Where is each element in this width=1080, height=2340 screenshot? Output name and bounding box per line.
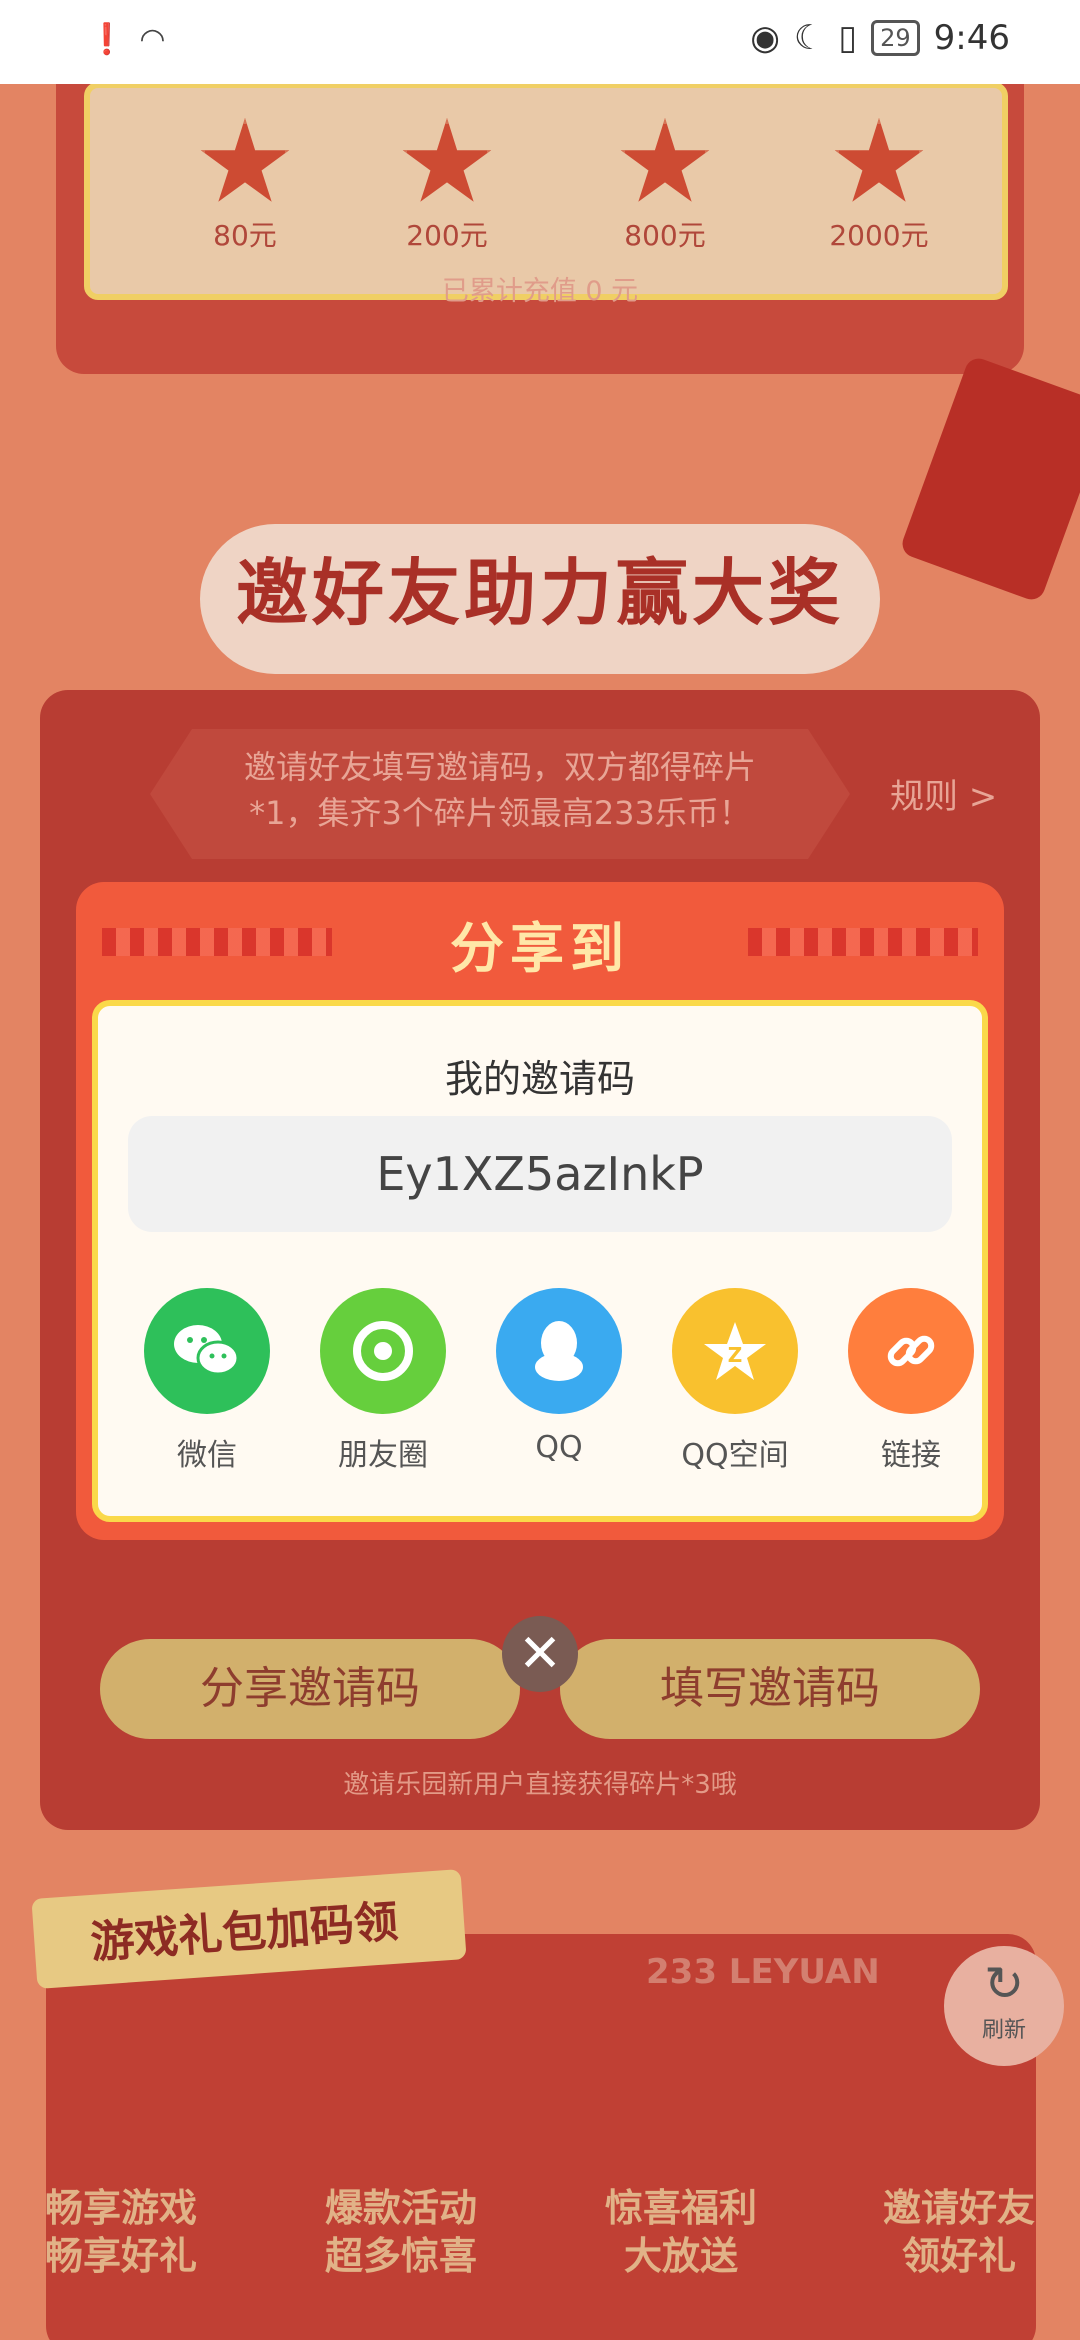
tier-label: 200元 <box>406 219 488 252</box>
promo-line: 大放送 <box>623 2234 738 2278</box>
invite-tip: 邀请乐园新用户直接获得碎片*3哦 <box>343 1770 737 1800</box>
rules-link[interactable]: 规则 > <box>890 769 997 818</box>
invite-hint-line: 邀请好友填写邀请码，双方都得碎片 <box>243 748 756 786</box>
link-icon <box>848 1288 974 1414</box>
tier-label: 800元 <box>624 219 706 252</box>
share-targets: 微信 朋友圈 QQ Z QQ空间 链接 <box>98 1288 982 1488</box>
wifi-icon: ◠ <box>139 22 166 57</box>
qq-icon <box>496 1288 622 1414</box>
fill-code-button[interactable]: 填写邀请码 <box>560 1639 980 1739</box>
close-icon[interactable]: ✕ <box>502 1616 578 1692</box>
eye-icon: ◉ <box>750 18 780 58</box>
promo-line: 领好礼 <box>901 2234 1016 2278</box>
promo-line: 邀请好友 <box>882 2186 1035 2230</box>
status-icons-right: ◉ ☾ ▯ 29 9:46 <box>750 18 1010 58</box>
refresh-icon: ↻ <box>983 1956 1025 2012</box>
promo-item[interactable]: 惊喜福利 大放送 <box>566 2184 796 2280</box>
promo-item[interactable]: 邀请好友 领好礼 <box>844 2184 1074 2280</box>
share-label: QQ空间 <box>681 1438 789 1473</box>
recharge-panel: 80元 200元 800元 2000元 已累计充值 0 元 <box>56 84 1024 374</box>
share-label: 朋友圈 <box>338 1438 428 1473</box>
share-label: 链接 <box>881 1438 941 1473</box>
promo-line: 畅享好礼 <box>44 2234 197 2278</box>
invite-code-label: 我的邀请码 <box>444 1057 635 1101</box>
tier-label: 80元 <box>213 219 277 252</box>
tier-4[interactable]: 2000元 <box>814 118 944 254</box>
wechat-icon <box>144 1288 270 1414</box>
promo-line: 畅享游戏 <box>44 2186 197 2230</box>
dialog-title: 分享到 <box>450 917 630 980</box>
qzone-icon: Z <box>672 1288 798 1414</box>
tier-2[interactable]: 200元 <box>382 118 512 254</box>
refresh-button[interactable]: ↻ 刷新 <box>944 1946 1064 2066</box>
alert-icon: ❗ <box>88 22 126 57</box>
status-icons-left: ❗ ◠ <box>88 22 166 57</box>
tier-label: 2000元 <box>829 219 929 252</box>
promo-line: 超多惊喜 <box>324 2234 477 2278</box>
star-icon <box>834 118 924 202</box>
invite-hint: 邀请好友填写邀请码，双方都得碎片 *1，集齐3个碎片领最高233乐币！ <box>200 744 800 836</box>
moon-icon: ☾ <box>793 18 825 58</box>
vibrate-icon: ▯ <box>838 18 858 58</box>
share-dialog: 分享到 我的邀请码 Ey1XZ5azInkP 微信 朋友圈 QQ Z QQ空间 … <box>76 882 1004 1540</box>
recharge-total: 已累计充值 0 元 <box>441 276 639 307</box>
svg-text:Z: Z <box>728 1343 743 1367</box>
share-link-button[interactable]: 链接 <box>836 1288 986 1474</box>
share-qq-button[interactable]: QQ <box>484 1288 634 1465</box>
promo-item[interactable]: 畅享游戏 畅享好礼 <box>6 2184 236 2280</box>
promo-item[interactable]: 爆款活动 超多惊喜 <box>286 2184 516 2280</box>
refresh-label: 刷新 <box>981 2018 1026 2043</box>
share-label: 微信 <box>177 1438 237 1473</box>
star-icon <box>402 118 492 202</box>
star-icon <box>200 118 290 202</box>
clock: 9:46 <box>933 18 1010 58</box>
promo-line: 惊喜福利 <box>604 2186 757 2230</box>
moments-icon <box>320 1288 446 1414</box>
brand-label: 233 LEYUAN <box>646 1952 880 1992</box>
share-qzone-button[interactable]: Z QQ空间 <box>660 1288 810 1474</box>
invite-section-title: 邀好友助力赢大奖 <box>235 551 844 635</box>
share-code-button[interactable]: 分享邀请码 <box>100 1639 520 1739</box>
share-moments-button[interactable]: 朋友圈 <box>308 1288 458 1474</box>
share-label: QQ <box>535 1430 583 1465</box>
status-bar: ❗ ◠ ◉ ☾ ▯ 29 9:46 <box>0 0 1080 84</box>
tier-1[interactable]: 80元 <box>180 118 310 254</box>
battery-indicator: 29 <box>871 20 920 56</box>
star-icon <box>620 118 710 202</box>
promo-line: 爆款活动 <box>324 2186 477 2230</box>
dialog-body: 我的邀请码 Ey1XZ5azInkP 微信 朋友圈 QQ Z QQ空间 链接 <box>92 1000 988 1522</box>
tier-3[interactable]: 800元 <box>600 118 730 254</box>
share-wechat-button[interactable]: 微信 <box>132 1288 282 1474</box>
invite-hint-line: *1，集齐3个碎片领最高233乐币！ <box>249 794 751 832</box>
invite-code-value[interactable]: Ey1XZ5azInkP <box>128 1116 952 1232</box>
recharge-tiers: 80元 200元 800元 2000元 <box>84 84 1008 300</box>
